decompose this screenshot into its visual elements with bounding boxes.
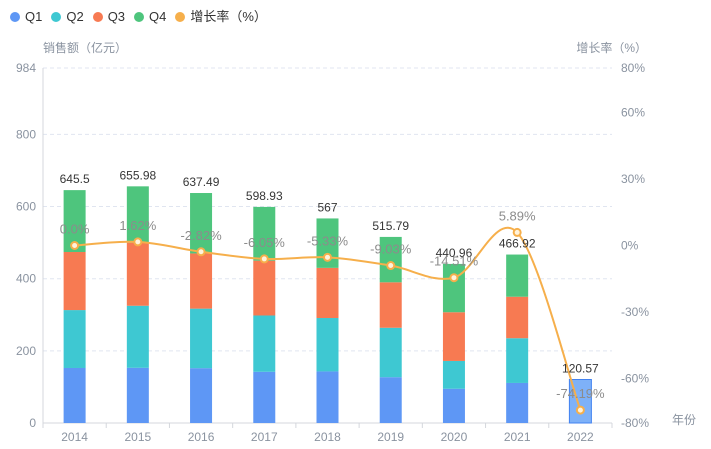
bar-segment-q1-2015[interactable] [126, 367, 149, 423]
total-label-2017: 598.93 [246, 189, 283, 203]
bar-segment-q3-2021[interactable] [506, 296, 529, 339]
growth-label-2021: 5.89% [499, 208, 536, 223]
bar-segment-q3-2017[interactable] [253, 260, 276, 316]
bar-segment-q3-2018[interactable] [316, 267, 339, 319]
growth-point-2017[interactable] [259, 254, 269, 264]
right-axis-tick-label: 30% [621, 172, 645, 186]
bar-segment-q4-2016[interactable] [190, 193, 213, 254]
x-axis-tick-label: 2019 [377, 430, 404, 444]
bar-segment-q2-2020[interactable] [442, 360, 465, 389]
x-axis-tick-label: 2021 [504, 430, 531, 444]
growth-label-2020: -14.51% [430, 254, 479, 269]
growth-point-2019[interactable] [386, 261, 396, 271]
growth-label-2018: -5.33% [307, 233, 349, 248]
bar-segment-q3-2014[interactable] [63, 251, 86, 311]
x-axis-tick-label: 2018 [314, 430, 341, 444]
left-axis-tick-label: 600 [16, 200, 36, 214]
bar-segment-q4-2020[interactable] [442, 263, 465, 313]
x-axis-tick-label: 2016 [188, 430, 215, 444]
bar-segment-q2-2021[interactable] [506, 338, 529, 383]
bar-segment-q4-2017[interactable] [253, 206, 276, 261]
growth-point-2021[interactable] [512, 227, 522, 237]
growth-label-2014: 0.0% [60, 222, 90, 237]
growth-label-2017: -6.05% [244, 235, 286, 250]
bar-segment-q2-2014[interactable] [63, 310, 86, 368]
bar-segment-q1-2014[interactable] [63, 367, 86, 423]
x-axis-tick-label: 2017 [251, 430, 278, 444]
right-axis-tick-label: -30% [621, 305, 649, 319]
growth-point-2016[interactable] [196, 247, 206, 257]
growth-label-2019: -9.03% [370, 242, 412, 257]
growth-point-2020[interactable] [449, 273, 459, 283]
left-axis-tick-label: 984 [16, 61, 36, 75]
bar-segment-q2-2016[interactable] [190, 308, 213, 369]
bar-segment-q2-2015[interactable] [126, 305, 149, 368]
bar-segment-q1-2018[interactable] [316, 371, 339, 423]
x-axis-tick-label: 2022 [567, 430, 594, 444]
right-axis-tick-label: -80% [621, 416, 649, 430]
x-axis-tick-label: 2020 [441, 430, 468, 444]
left-axis-tick-label: 400 [16, 272, 36, 286]
total-label-2021: 466.92 [499, 237, 536, 251]
bar-segment-q1-2021[interactable] [506, 382, 529, 423]
bar-segment-q3-2015[interactable] [126, 242, 149, 306]
bar-segment-q4-2015[interactable] [126, 186, 149, 243]
bar-segment-q3-2016[interactable] [190, 253, 213, 309]
left-axis-tick-label: 800 [16, 127, 36, 141]
bar-segment-q3-2020[interactable] [442, 312, 465, 361]
total-label-2019: 515.79 [372, 219, 409, 233]
total-label-2022: 120.57 [562, 362, 599, 376]
growth-label-2016: -2.82% [180, 228, 222, 243]
growth-label-2022: -74.19% [556, 386, 605, 401]
growth-label-2015: 1.62% [119, 218, 156, 233]
growth-point-2018[interactable] [323, 252, 332, 262]
bar-segment-q1-2016[interactable] [190, 368, 213, 423]
right-axis-tick-label: 80% [621, 61, 645, 75]
bar-segment-q2-2018[interactable] [316, 318, 339, 372]
growth-point-2014[interactable] [70, 241, 80, 250]
x-axis-tick-label: 2015 [124, 430, 151, 444]
bar-segment-q3-2019[interactable] [379, 282, 402, 328]
bar-segment-q1-2017[interactable] [253, 371, 276, 423]
total-label-2016: 637.49 [183, 175, 220, 189]
bar-segment-q2-2019[interactable] [379, 327, 402, 378]
right-axis-tick-label: -60% [621, 372, 649, 386]
bar-segment-q1-2019[interactable] [379, 377, 402, 423]
left-axis-tick-label: 200 [16, 344, 36, 358]
total-label-2015: 655.98 [119, 168, 156, 182]
bar-segment-q4-2021[interactable] [506, 254, 529, 297]
x-axis-tick-label: 2014 [61, 430, 88, 444]
sales-growth-chart: Q1 Q2 Q3 Q4 增长率（%） 销售额（亿元） 增长率（%） 年份 984 800 6… [0, 0, 711, 449]
total-label-2018: 567 [317, 200, 337, 214]
plot-area: 984 800 600 400 200 0 80% 60% 30% 0% -30% -60% -80% 2… [16, 61, 649, 444]
total-label-2014: 645.5 [60, 172, 90, 186]
growth-point-2022[interactable] [575, 405, 585, 415]
bar-segment-q2-2017[interactable] [253, 315, 276, 372]
right-axis-tick-label: 60% [621, 105, 645, 119]
growth-point-2015[interactable] [133, 237, 143, 247]
right-axis-tick-label: 0% [621, 239, 639, 253]
bar-segment-q1-2020[interactable] [442, 388, 465, 423]
left-axis-tick-label: 0 [29, 416, 36, 430]
